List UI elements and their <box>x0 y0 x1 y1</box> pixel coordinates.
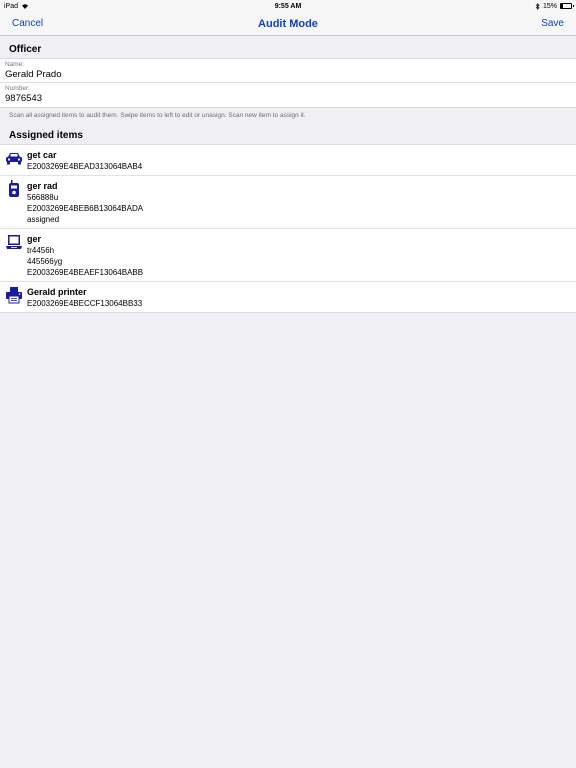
item-detail: 445566yg <box>27 257 63 266</box>
battery-fill <box>561 4 563 8</box>
item-detail: 566888u <box>27 193 59 202</box>
item-detail: tr4456h <box>27 246 55 255</box>
list-item[interactable]: Gerald printer E2003269E4BECCF13064BB33 <box>0 282 576 312</box>
list-item[interactable]: ger rad 566888u E2003269E4BEB6B13064BADA… <box>0 176 576 229</box>
item-detail: E2003269E4BEAEF13064BABB <box>27 268 144 277</box>
status-bar: iPad 9:55 AM 15% <box>0 0 576 12</box>
save-button[interactable]: Save <box>541 18 564 29</box>
item-name: Gerald printer <box>27 287 87 297</box>
item-detail: E2003269E4BECCF13064BB33 <box>27 299 143 308</box>
officer-fields: Name: Gerald Prado Number: 9876543 <box>0 58 576 108</box>
nav-bar: Cancel Audit Mode Save <box>0 12 576 36</box>
laptop-icon <box>6 235 22 249</box>
radio-icon <box>9 180 19 197</box>
status-left: iPad <box>4 3 29 10</box>
officer-name-field[interactable]: Name: Gerald Prado <box>0 59 576 83</box>
item-name: get car <box>27 150 57 160</box>
officer-name-value: Gerald Prado <box>5 69 62 80</box>
list-item[interactable]: get car E2003269E4BEAD313064BAB4 <box>0 145 576 176</box>
list-item[interactable]: ger tr4456h 445566yg E2003269E4BEAEF1306… <box>0 229 576 282</box>
printer-icon <box>6 287 22 304</box>
battery-icon <box>560 3 574 9</box>
item-text: get car E2003269E4BEAD313064BAB4 <box>27 149 142 172</box>
status-time: 9:55 AM <box>274 2 302 10</box>
officer-number-value: 9876543 <box>5 93 42 104</box>
item-name: ger rad <box>27 181 58 191</box>
officer-number-field[interactable]: Number: 9876543 <box>0 83 576 107</box>
audit-hint: Scan all assigned items to audit them. S… <box>9 112 306 119</box>
device-label: iPad <box>4 2 19 10</box>
page-title: Audit Mode <box>258 17 318 30</box>
officer-number-label: Number: <box>5 85 30 92</box>
item-text: Gerald printer E2003269E4BECCF13064BB33 <box>27 286 142 309</box>
assigned-section-header: Assigned items <box>9 130 83 141</box>
status-right: 15% <box>535 2 574 10</box>
officer-section-header: Officer <box>9 44 42 55</box>
cancel-button[interactable]: Cancel <box>12 18 43 29</box>
item-text: ger rad 566888u E2003269E4BEB6B13064BADA… <box>27 180 143 225</box>
item-text: ger tr4456h 445566yg E2003269E4BEAEF1306… <box>27 233 143 278</box>
item-name: ger <box>27 234 42 244</box>
wifi-icon <box>22 4 29 9</box>
bluetooth-icon <box>535 2 540 10</box>
battery-percent: 15% <box>542 2 557 10</box>
car-icon <box>6 153 22 165</box>
officer-name-label: Name: <box>5 61 25 68</box>
item-detail: assigned <box>27 215 60 224</box>
item-detail: E2003269E4BEB6B13064BADA <box>27 204 144 213</box>
assigned-items-list: get car E2003269E4BEAD313064BAB4 ger rad… <box>0 144 576 313</box>
item-detail: E2003269E4BEAD313064BAB4 <box>27 162 143 171</box>
